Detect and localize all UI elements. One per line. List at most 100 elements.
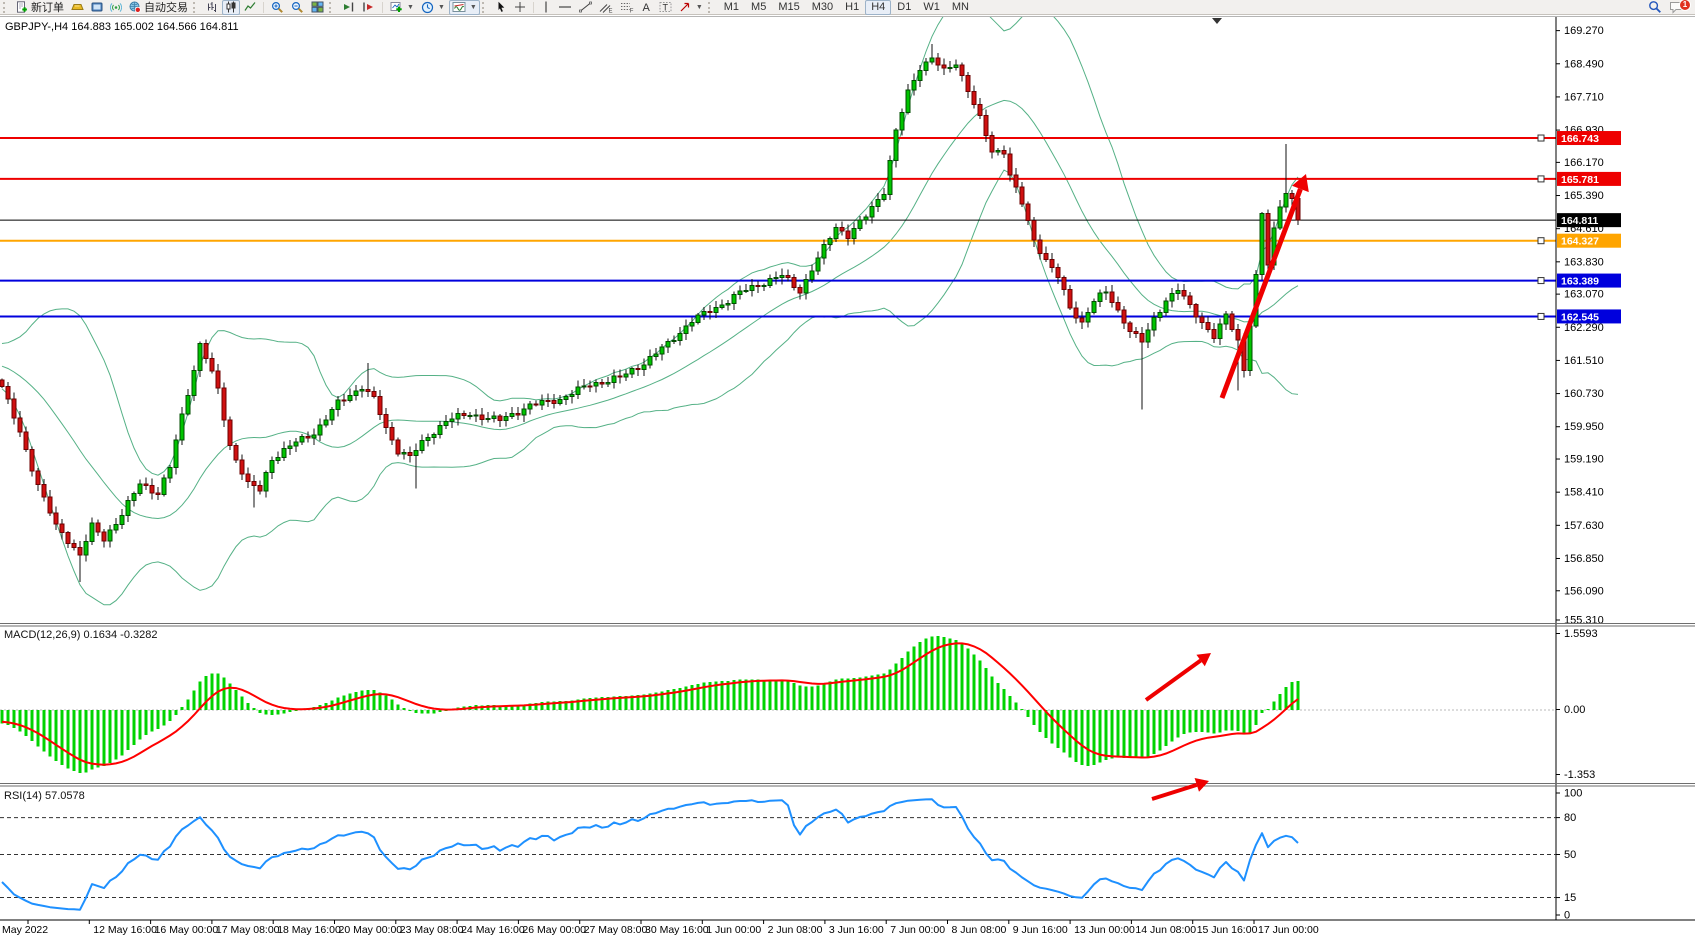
signals-button[interactable] — [107, 0, 125, 15]
toolbar-grip — [708, 2, 714, 13]
toolbar-separator — [533, 2, 534, 13]
svg-text:MACD(12,26,9) 0.1634 -0.3282: MACD(12,26,9) 0.1634 -0.3282 — [4, 629, 157, 641]
crosshair-tool-button[interactable] — [511, 0, 529, 15]
svg-text:8 Jun 08:00: 8 Jun 08:00 — [952, 924, 1007, 936]
new-order-label: 新订单 — [31, 0, 64, 15]
zoom-out-button[interactable] — [288, 0, 307, 15]
label-tool-button[interactable]: T — [656, 0, 675, 15]
bar-chart-icon — [206, 1, 218, 13]
chart-canvas[interactable]: 169.270168.490167.710166.930166.170165.3… — [0, 16, 1695, 938]
chat-button[interactable]: 1 — [1666, 0, 1687, 15]
timeframe-h4[interactable]: H4 — [865, 0, 891, 15]
bar-chart-button[interactable] — [203, 0, 221, 15]
auto-scroll-button[interactable] — [339, 0, 358, 15]
timeframe-m15[interactable]: M15 — [772, 0, 805, 15]
hline-handle[interactable] — [1538, 313, 1544, 319]
hline-handle[interactable] — [1538, 135, 1544, 141]
svg-text:18 May 16:00: 18 May 16:00 — [277, 924, 341, 936]
svg-text:164.811: 164.811 — [1561, 215, 1599, 227]
arrows-tool-button[interactable]: ▼ — [676, 0, 706, 15]
dropdown-caret: ▼ — [407, 4, 414, 11]
horizontal-line-tool-button[interactable] — [555, 0, 575, 15]
equidistant-channel-tool-button[interactable]: E — [596, 0, 616, 15]
search-icon — [1648, 0, 1662, 14]
dropdown-caret: ▼ — [696, 4, 703, 11]
svg-text:166.170: 166.170 — [1564, 157, 1604, 169]
timeframe-m1[interactable]: M1 — [718, 0, 745, 15]
fibonacci-tool-button[interactable]: F — [617, 0, 637, 15]
svg-text:20 May 00:00: 20 May 00:00 — [339, 924, 403, 936]
terminal-icon — [91, 1, 103, 13]
cursor-icon — [495, 1, 507, 13]
svg-text:100: 100 — [1564, 788, 1582, 800]
vertical-line-icon — [541, 1, 551, 13]
trendline-tool-button[interactable] — [576, 0, 595, 15]
svg-text:158.410: 158.410 — [1564, 487, 1604, 499]
svg-text:163.830: 163.830 — [1564, 256, 1604, 268]
svg-text:165.390: 165.390 — [1564, 190, 1604, 202]
new-order-button[interactable]: 新订单 — [13, 0, 67, 15]
search-button[interactable] — [1645, 0, 1665, 15]
timeframe-h1[interactable]: H1 — [839, 0, 865, 15]
svg-text:26 May 00:00: 26 May 00:00 — [522, 924, 586, 936]
svg-text:155.310: 155.310 — [1564, 615, 1604, 627]
line-chart-button[interactable] — [241, 0, 259, 15]
svg-text:163.389: 163.389 — [1561, 276, 1599, 288]
svg-text:17 Jun 00:00: 17 Jun 00:00 — [1258, 924, 1319, 936]
svg-text:May 2022: May 2022 — [2, 924, 48, 936]
dropdown-caret: ▼ — [470, 4, 477, 11]
svg-text:157.630: 157.630 — [1564, 520, 1604, 532]
templates-button[interactable]: ▼ — [449, 0, 480, 15]
toolbar-separator — [263, 2, 264, 13]
chart-shift-button[interactable] — [359, 0, 378, 15]
crosshair-icon — [514, 1, 526, 13]
candlestick-chart-button[interactable] — [222, 0, 240, 15]
template-icon — [452, 1, 466, 13]
periods-button[interactable]: ▼ — [418, 0, 448, 15]
svg-text:1.5593: 1.5593 — [1564, 628, 1598, 640]
svg-text:13 Jun 00:00: 13 Jun 00:00 — [1074, 924, 1135, 936]
timeframe-d1[interactable]: D1 — [891, 0, 917, 15]
hline-handle[interactable] — [1538, 278, 1544, 284]
terminal-button[interactable] — [88, 0, 106, 15]
hline-handle[interactable] — [1538, 238, 1544, 244]
svg-text:7 Jun 00:00: 7 Jun 00:00 — [890, 924, 945, 936]
svg-text:24 May 16:00: 24 May 16:00 — [461, 924, 525, 936]
app-window: 新订单 — [0, 0, 1695, 938]
indicators-button[interactable]: ▼ — [387, 0, 417, 15]
timeframe-m5[interactable]: M5 — [745, 0, 772, 15]
text-tool-button[interactable]: A — [638, 0, 655, 15]
autotrade-button[interactable]: 自动交易 — [126, 0, 191, 15]
toolbar-separator — [382, 2, 383, 13]
deposit-button[interactable] — [68, 0, 87, 15]
tile-windows-button[interactable] — [308, 0, 327, 15]
macd-label: MACD(12,26,9) 0.1634 -0.3282 — [4, 629, 157, 641]
zoom-in-icon — [271, 1, 284, 14]
arrow-shape-icon — [679, 1, 692, 13]
cursor-tool-button[interactable] — [492, 0, 510, 15]
timeframe-m30[interactable]: M30 — [806, 0, 839, 15]
svg-text:17 May 08:00: 17 May 08:00 — [216, 924, 280, 936]
svg-text:80: 80 — [1564, 812, 1576, 824]
hline-handle[interactable] — [1538, 176, 1544, 182]
timeframe-w1[interactable]: W1 — [917, 0, 946, 15]
toolbar: 新订单 — [0, 0, 1695, 15]
svg-text:3 Jun 16:00: 3 Jun 16:00 — [829, 924, 884, 936]
svg-text:169.270: 169.270 — [1564, 25, 1604, 37]
svg-text:168.490: 168.490 — [1564, 58, 1604, 70]
fibonacci-icon: F — [620, 1, 634, 13]
timeframe-mn[interactable]: MN — [946, 0, 975, 15]
svg-text:165.781: 165.781 — [1561, 174, 1599, 186]
notification-badge: 1 — [1679, 0, 1691, 11]
vertical-line-tool-button[interactable] — [538, 0, 554, 15]
toolbar-grip — [329, 2, 335, 13]
zoom-in-button[interactable] — [268, 0, 287, 15]
toolbar-grip — [193, 2, 199, 13]
channel-icon: E — [599, 1, 613, 13]
svg-text:50: 50 — [1564, 849, 1576, 861]
toolbar-grip — [3, 2, 9, 13]
svg-text:16 May 00:00: 16 May 00:00 — [155, 924, 219, 936]
rsi-label: RSI(14) 57.0578 — [4, 790, 85, 802]
svg-text:T: T — [662, 3, 668, 13]
line-chart-icon — [244, 1, 256, 13]
